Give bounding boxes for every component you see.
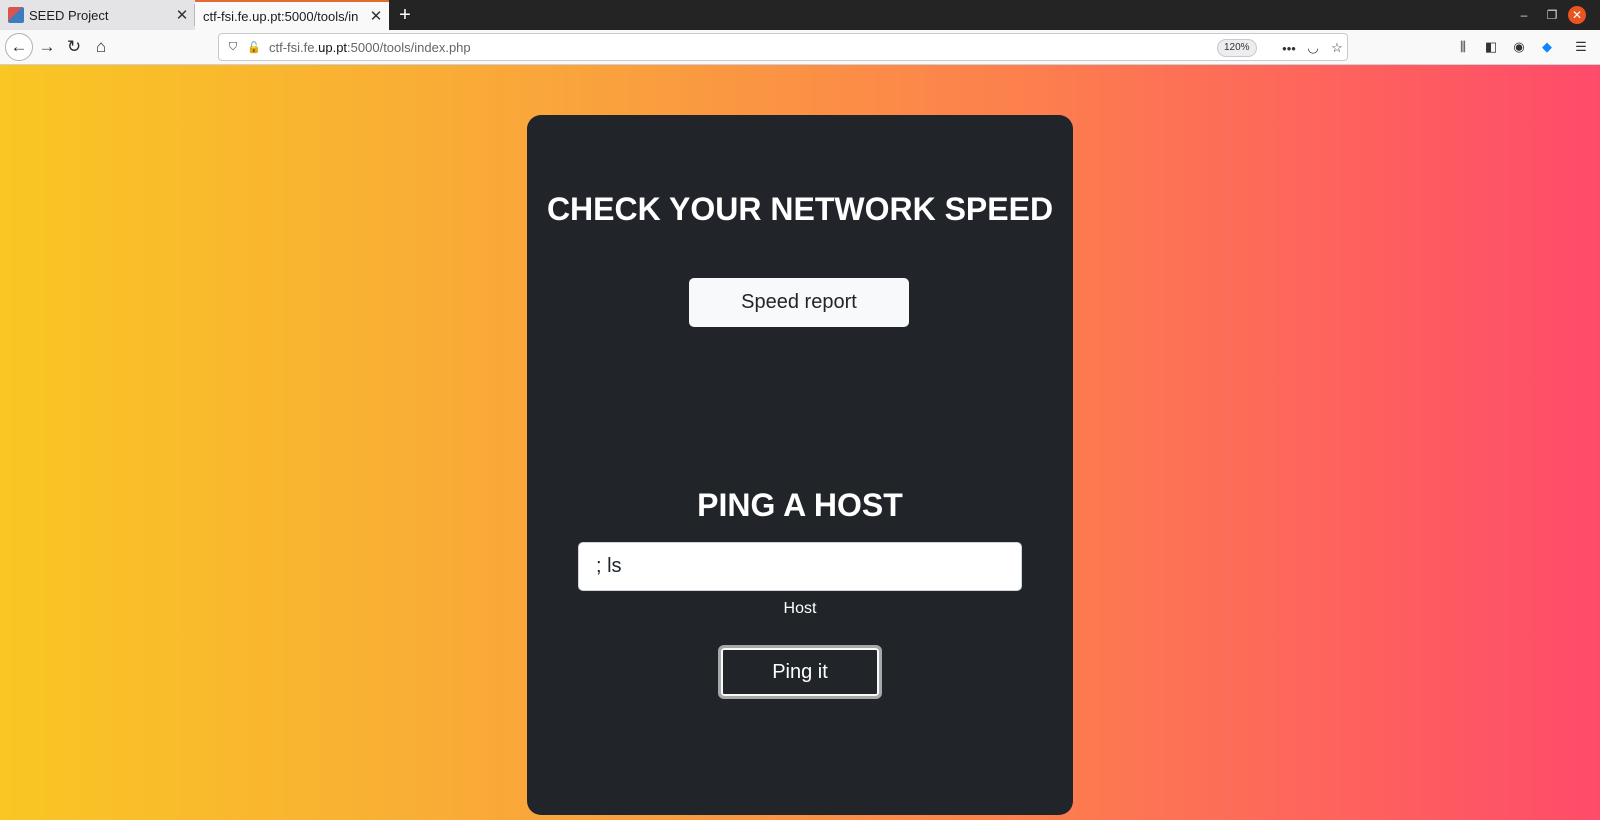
host-label: Host [783,600,817,617]
extension-icon[interactable]: ◆ [1536,35,1558,59]
host-input[interactable]: ; ls [578,542,1022,591]
account-icon[interactable]: ◉ [1508,35,1530,59]
library-icon[interactable]: ⫼ [1452,35,1474,59]
tools-card: CHECK YOUR NETWORK SPEED Speed report PI… [527,115,1073,815]
insecure-lock-icon[interactable]: 🔓 [246,39,262,55]
more-actions-icon[interactable]: ••• [1279,38,1299,58]
ping-heading: PING A HOST [697,487,903,523]
forward-arrow-icon[interactable]: → [34,34,60,60]
close-icon[interactable]: ✕ [363,3,389,29]
tab-tools[interactable]: ctf-fsi.fe.up.pt:5000/tools/in ✕ [195,0,389,30]
tab-seed-project[interactable]: SEED Project ✕ [0,0,195,30]
new-tab-button[interactable]: + [392,0,418,30]
pocket-icon[interactable]: ◡ [1303,38,1323,58]
bookmark-star-icon[interactable]: ☆ [1327,38,1347,58]
home-icon[interactable]: ⌂ [88,34,114,60]
tab-title: SEED Project [29,7,109,23]
tab-title: ctf-fsi.fe.up.pt:5000/tools/in [203,8,359,24]
url-prefix: ctf-fsi.fe. [269,40,319,55]
browser-window: SEED Project ✕ ctf-fsi.fe.up.pt:5000/too… [0,0,1600,820]
reload-icon[interactable]: ↻ [61,34,87,60]
zoom-level-badge[interactable]: 120% [1217,39,1257,57]
sidebar-icon[interactable]: ◧ [1480,35,1502,59]
ping-it-button[interactable]: Ping it [718,645,882,699]
speed-heading: CHECK YOUR NETWORK SPEED [546,191,1054,227]
speed-report-button[interactable]: Speed report [689,278,909,327]
url-domain: up.pt [318,40,348,55]
url-bar[interactable]: ⛉ 🔓 ctf-fsi.fe.up.pt:5000/tools/index.ph… [218,33,1348,61]
restore-icon[interactable]: ❐ [1538,0,1566,30]
close-icon[interactable]: ✕ [169,2,195,28]
tab-strip: SEED Project ✕ ctf-fsi.fe.up.pt:5000/too… [0,0,1600,30]
shield-icon[interactable]: ⛉ [225,39,241,55]
back-arrow-icon[interactable]: ← [5,33,33,61]
seed-favicon-icon [8,7,24,23]
window-close-icon[interactable]: ✕ [1568,6,1586,24]
url-path: :5000/tools/index.php [347,40,471,55]
minimize-icon[interactable]: – [1510,0,1538,30]
hamburger-menu-icon[interactable]: ☰ [1570,35,1592,59]
page-content: CHECK YOUR NETWORK SPEED Speed report PI… [0,65,1600,820]
url-text[interactable]: ctf-fsi.fe.up.pt:5000/tools/index.php [269,40,471,55]
navigation-bar: ← → ↻ ⌂ ⛉ 🔓 ctf-fsi.fe.up.pt:5000/tools/… [0,30,1600,65]
